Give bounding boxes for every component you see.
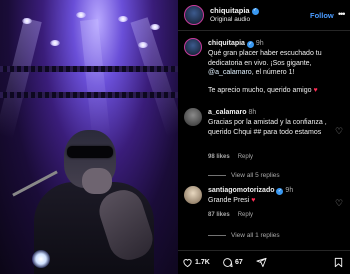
stage-light-beam <box>130 17 178 137</box>
verified-badge-icon: ✓ <box>246 41 254 49</box>
verified-badge-icon: ✓ <box>276 188 284 196</box>
caption-time: 9h <box>255 40 264 47</box>
caption-body-b: , el número 1! <box>251 69 295 77</box>
view-replies-button[interactable]: View all 1 replies <box>208 232 280 239</box>
avatar[interactable] <box>184 5 204 25</box>
caption-line2-text: Te aprecio mucho, querido amigo <box>208 87 314 94</box>
caption-body-a: Qué gran placer haber escuchado tu dedic… <box>208 49 322 67</box>
comment-username[interactable]: santiagomotorizado <box>208 187 275 194</box>
stage-light <box>50 40 60 46</box>
follow-button[interactable]: Follow <box>310 11 334 20</box>
comment-likes[interactable]: 87 likes <box>208 212 230 218</box>
heart-icon[interactable] <box>182 257 193 268</box>
author-username[interactable]: chiquitapia ✓ <box>210 6 259 16</box>
comment-body: Gracias por la amistad y la confianza , … <box>208 118 327 136</box>
mention-link[interactable]: @a_calamaro <box>208 69 252 76</box>
comment-action[interactable]: 67 <box>222 257 243 268</box>
comment-text: santiagomotorizado ✓ 9h Grande Presi ♥ <box>208 186 332 206</box>
verified-badge-icon: ✓ <box>251 7 259 15</box>
share-action[interactable] <box>256 257 267 268</box>
replies-line <box>208 175 226 176</box>
view-replies-text[interactable]: View all 5 replies <box>231 172 280 179</box>
caption-username[interactable]: chiquitapia <box>208 40 245 47</box>
stage-light <box>22 18 32 24</box>
comment-time: 9h <box>285 187 294 194</box>
red-heart-emoji-icon: ♥ <box>313 87 318 94</box>
comment-body: Grande Presi <box>208 196 252 204</box>
post-panel: chiquitapia ✓ Original audio Follow ••• … <box>178 0 350 274</box>
stage-light <box>138 42 148 48</box>
author-username-text[interactable]: chiquitapia <box>210 6 250 16</box>
view-replies-button[interactable]: View all 5 replies <box>208 172 280 179</box>
replies-line <box>208 235 226 236</box>
performer <box>34 120 158 274</box>
stage-truss <box>0 66 178 72</box>
share-icon[interactable] <box>256 257 267 268</box>
stage-light <box>150 24 160 30</box>
comment-meta: 87 likes Reply <box>208 212 253 218</box>
like-count[interactable]: 1.7K <box>195 259 210 266</box>
avatar[interactable] <box>184 38 202 56</box>
caption-line2: Te aprecio mucho, querido amigo ♥ <box>208 87 346 94</box>
action-bar: 1.7K 67 <box>178 252 350 274</box>
divider <box>178 250 350 251</box>
comment-time: 8h <box>248 109 257 116</box>
like-action[interactable]: 1.7K <box>182 257 210 268</box>
post-media[interactable] <box>0 0 178 274</box>
stage-light <box>76 12 86 18</box>
comment-count[interactable]: 67 <box>235 259 243 266</box>
bookmark-icon[interactable] <box>333 257 344 268</box>
comment-like-heart-icon[interactable]: ♡ <box>334 126 344 136</box>
audio-label[interactable]: Original audio <box>210 16 259 23</box>
view-replies-text[interactable]: View all 1 replies <box>231 232 280 239</box>
avatar[interactable] <box>184 108 202 126</box>
save-action[interactable] <box>333 257 344 268</box>
comment-like-heart-icon[interactable]: ♡ <box>334 198 344 208</box>
comment-username[interactable]: a_calamaro <box>208 109 247 116</box>
caption-text: chiquitapia ✓ 9h Qué gran placer haber e… <box>208 39 346 78</box>
comment-meta: 98 likes Reply <box>208 154 253 160</box>
more-options-icon[interactable]: ••• <box>338 9 346 19</box>
comment-likes[interactable]: 98 likes <box>208 154 230 160</box>
stage-truss <box>0 92 178 98</box>
red-heart-emoji-icon: ♥ <box>251 196 256 204</box>
floor-light <box>32 250 50 268</box>
divider <box>178 30 350 31</box>
comment-text: a_calamaro 8h Gracias por la amistad y l… <box>208 108 332 137</box>
reply-button[interactable]: Reply <box>238 212 253 218</box>
comment-icon[interactable] <box>222 257 233 268</box>
reply-button[interactable]: Reply <box>238 154 253 160</box>
avatar[interactable] <box>184 186 202 204</box>
stage-light <box>118 16 128 22</box>
